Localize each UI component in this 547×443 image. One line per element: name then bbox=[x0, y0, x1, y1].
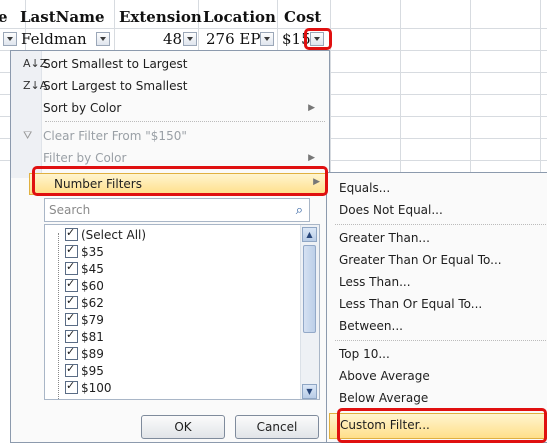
column-header-location: Location bbox=[203, 8, 276, 26]
filter-top-10[interactable]: Top 10... bbox=[339, 343, 390, 365]
filter-below-average[interactable]: Below Average bbox=[339, 387, 428, 409]
filter-does-not-equal[interactable]: Does Not Equal... bbox=[339, 199, 443, 221]
cell-location: 276 EP bbox=[206, 30, 261, 48]
filter-less-than[interactable]: Less Than... bbox=[339, 271, 411, 293]
checkbox[interactable] bbox=[65, 277, 78, 292]
search-placeholder: Search bbox=[49, 203, 91, 217]
filter-greater-than[interactable]: Greater Than... bbox=[339, 227, 430, 249]
column-header-extension: Extension bbox=[119, 8, 202, 26]
sort-largest-to-smallest[interactable]: Sort Largest to Smallest bbox=[43, 75, 323, 97]
clear-filter[interactable]: Clear Filter From "$150" bbox=[43, 125, 323, 147]
checkbox[interactable] bbox=[65, 311, 78, 326]
scroll-up-icon[interactable]: ▲ bbox=[302, 227, 317, 242]
filter-equals[interactable]: Equals... bbox=[339, 177, 390, 199]
filter-above-average[interactable]: Above Average bbox=[339, 365, 430, 387]
value-list: (Select All) $35 $45 $60 $62 $79 $81 $89… bbox=[44, 224, 320, 400]
clear-filter-icon: ⛛ bbox=[23, 129, 33, 142]
scrollbar-thumb[interactable] bbox=[303, 245, 316, 333]
filter-less-or-equal[interactable]: Less Than Or Equal To... bbox=[339, 293, 482, 315]
checkbox[interactable] bbox=[65, 379, 78, 394]
number-filters-submenu: Equals... Does Not Equal... Greater Than… bbox=[326, 172, 547, 443]
checkbox[interactable] bbox=[65, 243, 78, 258]
column-header-name: e bbox=[0, 8, 8, 26]
filter-dropdown-lastname[interactable] bbox=[96, 32, 110, 46]
submenu-arrow-icon: ▶ bbox=[308, 103, 315, 113]
custom-filter-highlight bbox=[337, 408, 547, 443]
list-scrollbar[interactable]: ▲ ▼ bbox=[300, 225, 319, 399]
filter-dropdown-extension[interactable] bbox=[183, 32, 197, 46]
checkbox[interactable] bbox=[65, 362, 78, 377]
scroll-down-icon[interactable]: ▼ bbox=[302, 384, 317, 399]
cost-dropdown-highlight bbox=[304, 28, 332, 50]
list-item[interactable]: (Select All) bbox=[65, 226, 146, 245]
checkbox[interactable] bbox=[65, 226, 78, 241]
filter-between[interactable]: Between... bbox=[339, 315, 403, 337]
sort-smallest-to-largest[interactable]: Sort Smallest to Largest bbox=[43, 53, 323, 75]
list-item[interactable]: $100 bbox=[65, 379, 112, 398]
checkbox[interactable] bbox=[65, 294, 78, 309]
filter-dropdown-location[interactable] bbox=[260, 32, 274, 46]
search-input[interactable]: Search ⌕ bbox=[44, 198, 310, 222]
search-icon: ⌕ bbox=[295, 203, 303, 218]
sort-by-color[interactable]: Sort by Color ▶ bbox=[43, 97, 323, 119]
checkbox[interactable] bbox=[65, 328, 78, 343]
checkbox[interactable] bbox=[65, 260, 78, 275]
filter-greater-or-equal[interactable]: Greater Than Or Equal To... bbox=[339, 249, 502, 271]
cell-lastname: Feldman bbox=[21, 30, 87, 48]
cell-extension: 48 bbox=[163, 30, 183, 48]
ok-button[interactable]: OK bbox=[141, 415, 225, 439]
filter-dropdown-name[interactable] bbox=[3, 32, 17, 46]
cancel-button[interactable]: Cancel bbox=[235, 415, 319, 439]
column-header-cost: Cost bbox=[284, 8, 322, 26]
number-filters-highlight bbox=[32, 166, 328, 196]
column-header-lastname: LastName bbox=[20, 8, 105, 26]
checkbox[interactable] bbox=[65, 345, 78, 360]
